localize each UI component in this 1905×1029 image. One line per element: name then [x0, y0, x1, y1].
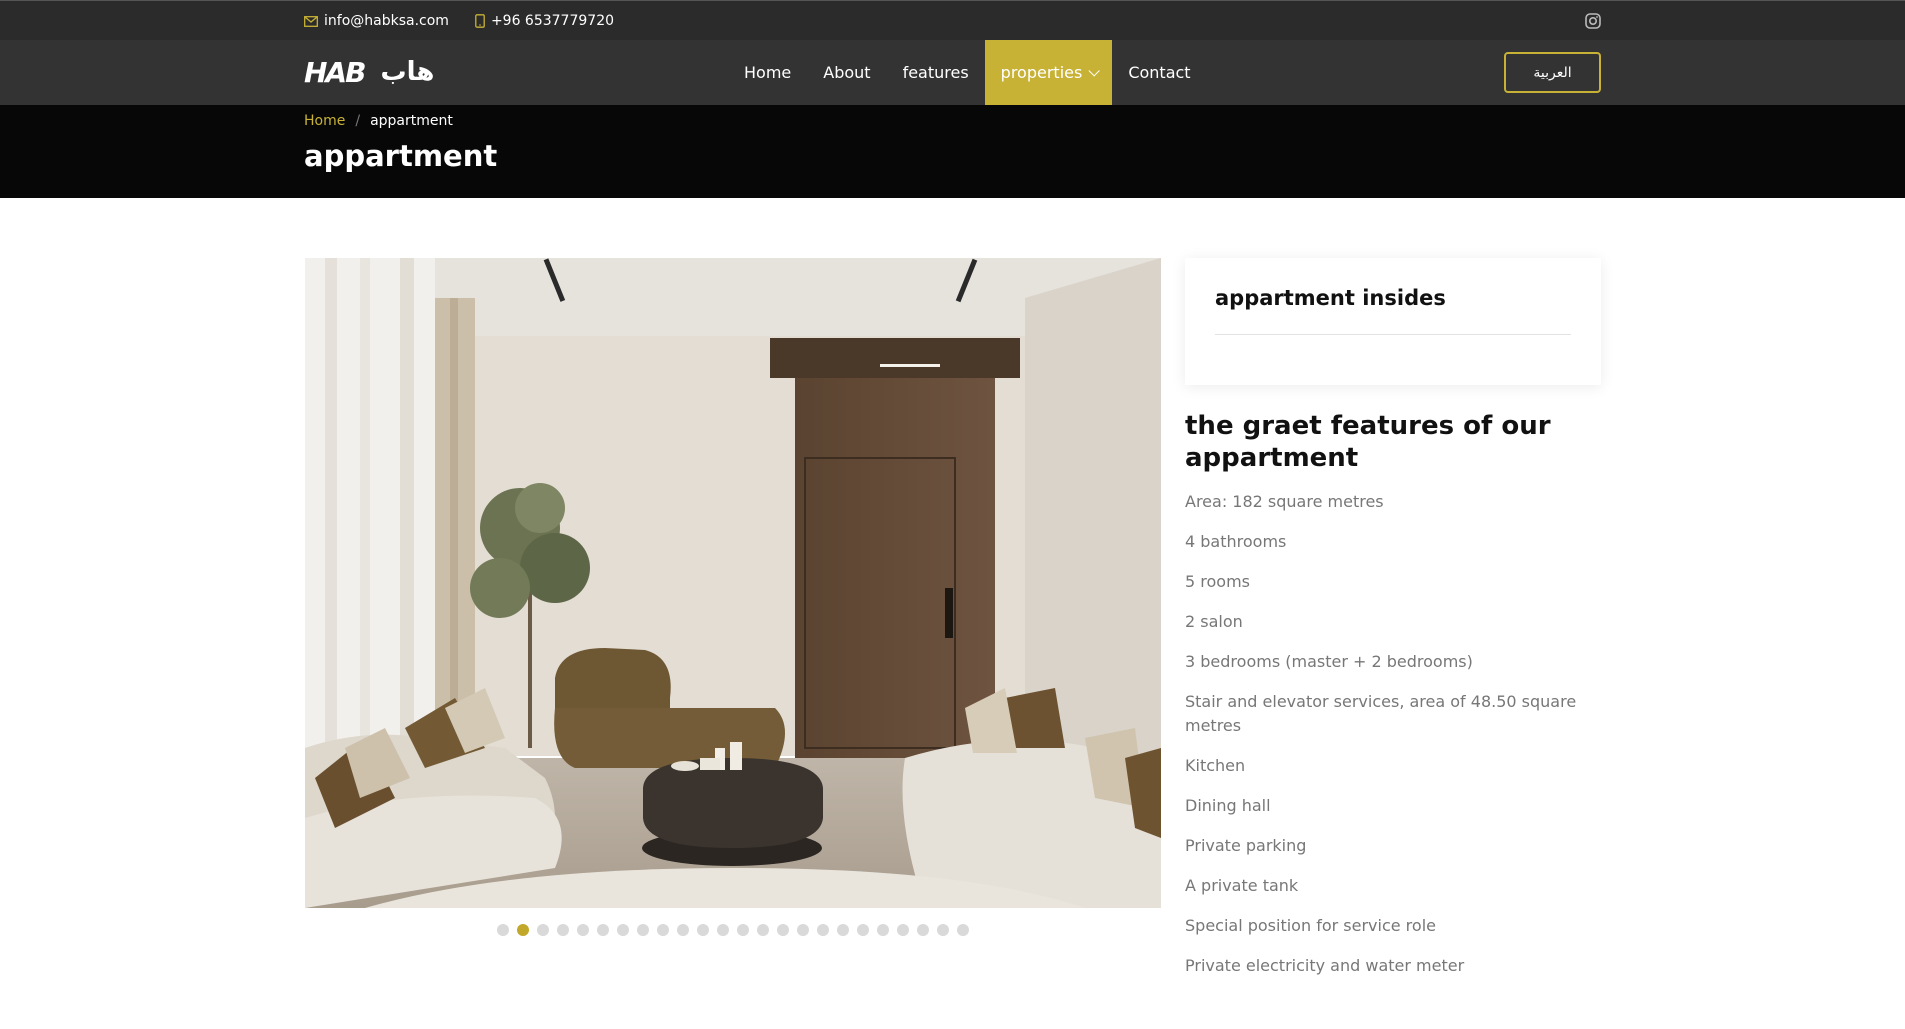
- nav-item-contact[interactable]: Contact: [1112, 40, 1206, 105]
- feature-item: A private tank: [1185, 876, 1299, 895]
- nav-item-features[interactable]: features: [887, 40, 985, 105]
- breadcrumb-home-link[interactable]: Home: [304, 113, 345, 129]
- email-text: info@habksa.com: [324, 13, 449, 29]
- slider-dot[interactable]: [717, 924, 729, 936]
- mobile-phone-icon: [475, 14, 485, 28]
- feature-item: 2 salon: [1185, 612, 1243, 631]
- slider-dot[interactable]: [837, 924, 849, 936]
- sidebar-card: appartment insides: [1185, 258, 1601, 385]
- slider-dot[interactable]: [497, 924, 509, 936]
- nav-item-label: features: [902, 63, 969, 82]
- instagram-icon[interactable]: [1585, 13, 1601, 29]
- sidebar-card-title: appartment insides: [1215, 286, 1446, 310]
- feature-item: Area: 182 square metres: [1185, 492, 1384, 511]
- slider-dot[interactable]: [517, 924, 529, 936]
- page-title: appartment: [304, 139, 498, 173]
- nav-menu: Home About features properties Contact: [728, 40, 1207, 105]
- page-header: Home / appartment appartment: [0, 105, 1905, 198]
- living-room-photo: [305, 258, 1161, 908]
- slider-dot[interactable]: [957, 924, 969, 936]
- slider-dot[interactable]: [617, 924, 629, 936]
- slider-dot[interactable]: [557, 924, 569, 936]
- top-bar: info@habksa.com +96 6537779720: [0, 0, 1905, 40]
- slider-dot[interactable]: [917, 924, 929, 936]
- slider-dot[interactable]: [757, 924, 769, 936]
- slider-dot[interactable]: [657, 924, 669, 936]
- nav-item-properties[interactable]: properties: [984, 40, 1113, 105]
- slider-dot[interactable]: [577, 924, 589, 936]
- nav-item-label: Home: [744, 63, 792, 82]
- feature-item: 5 rooms: [1185, 572, 1250, 591]
- feature-item: Kitchen: [1185, 756, 1246, 775]
- breadcrumb: Home / appartment: [304, 113, 453, 129]
- property-image-slider[interactable]: [305, 258, 1161, 908]
- slider-dot[interactable]: [797, 924, 809, 936]
- slider-dot[interactable]: [637, 924, 649, 936]
- features-section: the graet features of our appartment Are…: [1185, 410, 1601, 994]
- slider-dot[interactable]: [817, 924, 829, 936]
- nav-item-label: Contact: [1128, 63, 1191, 82]
- chevron-down-icon: [1088, 64, 1101, 77]
- feature-item: Private parking: [1185, 836, 1307, 855]
- envelope-icon: [304, 15, 318, 27]
- features-list: Area: 182 square metres 4 bathrooms 5 room…: [1185, 490, 1601, 978]
- slider-dot[interactable]: [937, 924, 949, 936]
- divider: [1215, 334, 1571, 335]
- breadcrumb-separator: /: [355, 113, 361, 129]
- slider-dot[interactable]: [737, 924, 749, 936]
- site-logo[interactable]: HAB هاب: [304, 52, 434, 92]
- slider-dot[interactable]: [537, 924, 549, 936]
- slider-dot[interactable]: [697, 924, 709, 936]
- nav-item-about[interactable]: About: [807, 40, 886, 105]
- slider-dot[interactable]: [877, 924, 889, 936]
- nav-item-label: properties: [1000, 63, 1083, 82]
- feature-item: Private electricity and water meter: [1185, 956, 1465, 975]
- main-navbar: HAB هاب Home About features properties C…: [0, 40, 1905, 105]
- phone-link[interactable]: +96 6537779720: [475, 13, 614, 29]
- contact-info: info@habksa.com +96 6537779720: [304, 1, 614, 41]
- slider-dot[interactable]: [857, 924, 869, 936]
- features-title: the graet features of our appartment: [1185, 411, 1551, 473]
- nav-item-label: About: [823, 63, 871, 82]
- logo-latin: HAB: [304, 55, 366, 89]
- email-link[interactable]: info@habksa.com: [304, 13, 449, 29]
- feature-item: Dining hall: [1185, 796, 1271, 815]
- feature-item: Special position for service role: [1185, 916, 1436, 935]
- logo-arabic: هاب: [380, 57, 435, 87]
- slider-pagination: [497, 924, 969, 936]
- slider-dot[interactable]: [777, 924, 789, 936]
- feature-item: Stair and elevator services, area of 48.…: [1185, 692, 1577, 735]
- slider-dot[interactable]: [897, 924, 909, 936]
- nav-item-home[interactable]: Home: [728, 40, 807, 105]
- slider-dot[interactable]: [597, 924, 609, 936]
- slider-dot[interactable]: [677, 924, 689, 936]
- phone-text: +96 6537779720: [490, 13, 615, 29]
- feature-item: 4 bathrooms: [1185, 532, 1287, 551]
- feature-item: 3 bedrooms (master + 2 bedrooms): [1185, 652, 1473, 671]
- breadcrumb-current: appartment: [370, 113, 453, 129]
- language-switch-button[interactable]: العربية: [1504, 52, 1601, 93]
